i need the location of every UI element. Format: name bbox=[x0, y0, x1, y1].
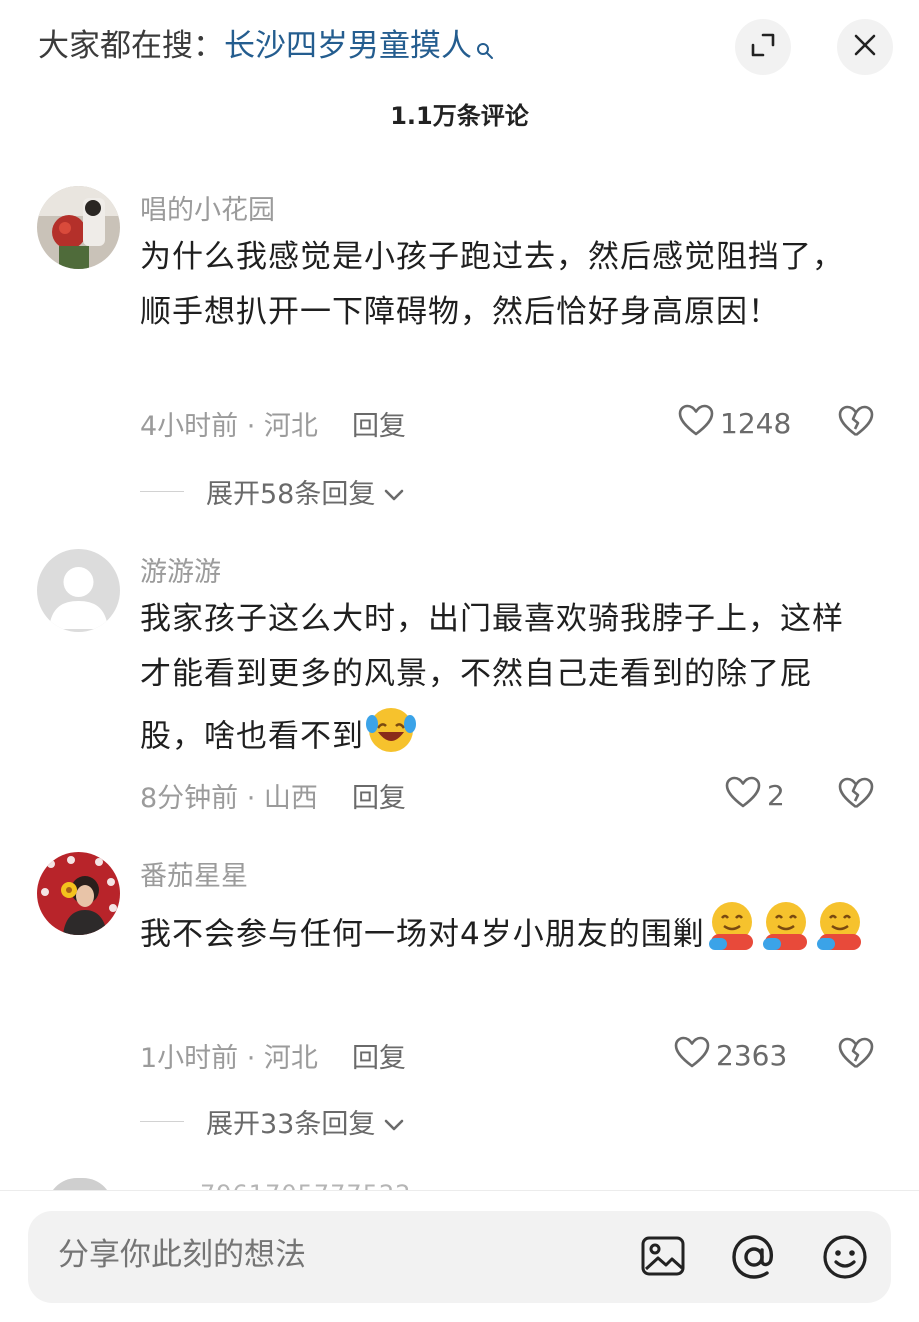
comment-text: 我不会参与任何一场对4岁小朋友的围剿 bbox=[140, 898, 875, 974]
comment-meta: 8分钟前 · 山西 回复 bbox=[140, 776, 406, 815]
broken-heart-icon bbox=[838, 1037, 874, 1074]
comment-input-container[interactable] bbox=[28, 1211, 891, 1303]
hugging-face-emoji-icon bbox=[705, 898, 759, 974]
comment-username[interactable]: 唱的小花园 bbox=[140, 188, 275, 227]
expand-replies[interactable]: 展开33条回复 bbox=[140, 1102, 405, 1141]
search-hint-prefix: 大家都在搜： bbox=[38, 28, 224, 64]
broken-heart-icon bbox=[838, 777, 874, 814]
divider bbox=[140, 1121, 184, 1122]
image-icon[interactable] bbox=[640, 1233, 686, 1283]
trending-search-hint[interactable]: 大家都在搜：长沙四岁男童摸人 bbox=[38, 26, 494, 70]
comment-username[interactable]: 游游游 bbox=[140, 550, 221, 589]
smiley-icon[interactable] bbox=[821, 1233, 869, 1285]
reply-button[interactable]: 回复 bbox=[352, 783, 406, 814]
comment-time-location: 8分钟前 · 山西 bbox=[140, 783, 318, 814]
chevron-down-icon bbox=[383, 478, 405, 509]
heart-outline-icon bbox=[674, 1036, 710, 1075]
comment-count: 1.1万条评论 bbox=[390, 102, 529, 130]
comment-meta: 1小时前 · 河北 回复 bbox=[140, 1036, 406, 1075]
chevron-down-icon bbox=[383, 1108, 405, 1139]
comment-text-content: 我不会参与任何一场对4岁小朋友的围剿 bbox=[140, 916, 705, 953]
dislike-button[interactable] bbox=[838, 404, 874, 442]
comment-time-location: 4小时前 · 河北 bbox=[140, 411, 318, 442]
search-icon bbox=[476, 30, 494, 70]
reply-button[interactable]: 回复 bbox=[352, 411, 406, 442]
comment-meta: 4小时前 · 河北 回复 bbox=[140, 404, 406, 443]
at-icon[interactable] bbox=[730, 1233, 778, 1285]
like-count: 2 bbox=[767, 779, 785, 812]
heart-outline-icon bbox=[725, 776, 761, 815]
expand-icon bbox=[750, 32, 776, 62]
like-button[interactable]: 1248 bbox=[678, 404, 791, 443]
comment-text: 我家孩子这么大时，出门最喜欢骑我脖子上，这样才能看到更多的风景，不然自己走看到的… bbox=[140, 592, 875, 774]
hugging-face-emoji-icon bbox=[813, 898, 867, 974]
like-button[interactable]: 2 bbox=[725, 776, 785, 815]
broken-heart-icon bbox=[838, 405, 874, 442]
like-count: 1248 bbox=[720, 407, 792, 440]
avatar[interactable] bbox=[37, 186, 120, 269]
search-hint-term[interactable]: 长沙四岁男童摸人 bbox=[224, 28, 472, 64]
like-count: 2363 bbox=[716, 1039, 788, 1072]
expand-replies-label: 展开58条回复 bbox=[206, 479, 376, 510]
expand-replies[interactable]: 展开58条回复 bbox=[140, 472, 405, 511]
like-button[interactable]: 2363 bbox=[674, 1036, 787, 1075]
expand-button[interactable] bbox=[735, 19, 791, 75]
divider bbox=[140, 491, 184, 492]
comment-username[interactable]: 番茄星星 bbox=[140, 854, 248, 893]
hugging-face-emoji-icon bbox=[759, 898, 813, 974]
avatar[interactable] bbox=[37, 852, 120, 935]
comments-header: 大家都在搜：长沙四岁男童摸人 1.1万条评论 bbox=[0, 0, 919, 150]
close-icon bbox=[853, 33, 877, 61]
close-button[interactable] bbox=[837, 19, 893, 75]
comment-time-location: 1小时前 · 河北 bbox=[140, 1043, 318, 1074]
dislike-button[interactable] bbox=[838, 776, 874, 814]
avatar[interactable] bbox=[37, 549, 120, 632]
comment-text-content: 我家孩子这么大时，出门最喜欢骑我脖子上，这样才能看到更多的风景，不然自己走看到的… bbox=[140, 601, 844, 755]
comment-input-bar bbox=[0, 1190, 919, 1322]
expand-replies-label: 展开33条回复 bbox=[206, 1109, 376, 1140]
comment-text: 为什么我感觉是小孩子跑过去，然后感觉阻挡了，顺手想扒开一下障碍物，然后恰好身高原… bbox=[140, 239, 844, 330]
comment-input[interactable] bbox=[58, 1237, 618, 1273]
reply-button[interactable]: 回复 bbox=[352, 1043, 406, 1074]
laughing-crying-emoji-icon bbox=[364, 702, 418, 774]
dislike-button[interactable] bbox=[838, 1036, 874, 1074]
heart-outline-icon bbox=[678, 404, 714, 443]
